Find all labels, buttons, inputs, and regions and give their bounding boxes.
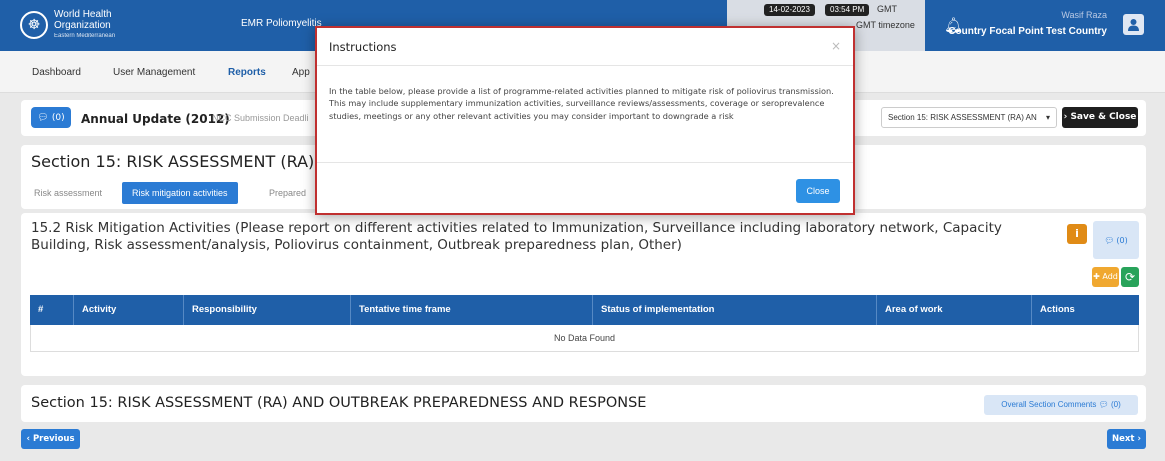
chevron-right-icon: › (1137, 434, 1141, 444)
modal-header: Instructions × (317, 28, 853, 66)
person-icon (1128, 19, 1139, 31)
gmt-label: GMT (877, 4, 897, 14)
user-role: Country Focal Point Test Country (948, 26, 1107, 37)
section-title: Section 15: RISK ASSESSMENT (RA) AN (31, 152, 343, 171)
info-button[interactable]: i (1067, 224, 1087, 244)
mitigation-title: 15.2 Risk Mitigation Activities (Please … (31, 220, 1002, 253)
next-button[interactable]: Next › (1107, 429, 1146, 449)
chat-icon: 💬︎ (1104, 235, 1115, 245)
modal-close-button[interactable]: Close (796, 179, 840, 203)
col-status: Status of implementation (593, 295, 877, 325)
modal-title: Instructions (329, 40, 397, 54)
next-label: Next (1112, 434, 1135, 444)
col-activity: Activity (74, 295, 184, 325)
add-label: Add (1102, 272, 1118, 281)
nav-dashboard[interactable]: Dashboard (32, 67, 81, 78)
nav-app[interactable]: App (292, 67, 310, 78)
chevron-right-icon: › (1063, 112, 1068, 122)
section-select-value: Section 15: RISK ASSESSMENT (RA) AN (888, 113, 1037, 122)
chat-icon: 💬︎ (37, 112, 49, 123)
who-logo[interactable]: ☸ World Health Organization Eastern Medi… (20, 8, 115, 42)
col-actions: Actions (1040, 304, 1075, 315)
chevron-left-icon: ‹ (26, 434, 30, 444)
section-select[interactable]: Section 15: RISK ASSESSMENT (RA) AN ▾ (881, 107, 1057, 128)
col-responsibility: Responsibility (184, 295, 351, 325)
tab-risk-assessment[interactable]: Risk assessment (24, 182, 112, 204)
comments-count: (0) (51, 112, 65, 123)
modal-body-text: In the table below, please provide a lis… (329, 86, 834, 121)
tab-preparedness[interactable]: Prepared (259, 182, 316, 204)
time-badge: 03:54 PM (825, 4, 870, 16)
chat-icon: 💬︎ (1098, 400, 1109, 409)
previous-label: Previous (32, 434, 75, 444)
col-area-of-work: Area of work (877, 295, 1032, 325)
save-close-button[interactable]: › Save & Close (1062, 107, 1138, 128)
previous-button[interactable]: ‹ Previous (21, 429, 80, 449)
timezone-label: GMT timezone (856, 20, 915, 30)
tab-risk-mitigation[interactable]: Risk mitigation activities (122, 182, 238, 204)
comments-button[interactable]: 💬︎ (0) (31, 107, 71, 128)
annual-update-title: Annual Update (2012) (81, 112, 230, 126)
overall-comments-count: (0) (1111, 400, 1121, 409)
plus-icon: ✚ (1093, 272, 1100, 281)
nav-reports[interactable]: Reports (228, 67, 266, 78)
mitigation-comments-button[interactable]: 💬︎ (0) (1093, 221, 1139, 259)
date-badge: 14-02-2023 (764, 4, 815, 16)
globe-icon: ☸ (20, 11, 48, 39)
instructions-modal: Instructions × In the table below, pleas… (315, 26, 855, 215)
close-icon[interactable]: × (831, 39, 841, 53)
logo-line-2: Organization (54, 19, 111, 31)
mitigation-comments-count: (0) (1116, 235, 1128, 245)
overall-comments-button[interactable]: Overall Section Comments 💬︎ (0) (984, 395, 1138, 415)
logo-line-3: Eastern Mediterranean (54, 32, 116, 39)
refresh-button[interactable]: ⟳ (1121, 267, 1139, 287)
nav-user-management[interactable]: User Management (113, 67, 195, 78)
modal-footer: Close (317, 162, 853, 213)
refresh-icon: ⟳ (1124, 270, 1136, 284)
table-header: # Activity Responsibility Tentative time… (30, 295, 1139, 325)
add-button[interactable]: ✚ Add (1092, 267, 1119, 287)
submission-deadline: NCC Submission Deadli (212, 113, 309, 123)
chevron-down-icon: ▾ (1045, 113, 1050, 122)
user-name: Wasif Raza (1061, 10, 1107, 20)
footer-section-title: Section 15: RISK ASSESSMENT (RA) AND OUT… (31, 395, 647, 411)
info-icon: i (1075, 227, 1079, 240)
col-index: # (30, 295, 74, 325)
overall-comments-label: Overall Section Comments (1001, 400, 1097, 409)
user-avatar-icon[interactable] (1123, 14, 1144, 35)
app-title: EMR Poliomyelitis (241, 18, 322, 29)
logo-line-1: World Health (54, 8, 112, 20)
save-close-label: Save & Close (1070, 112, 1137, 122)
empty-table-row: No Data Found (30, 325, 1139, 352)
col-time-frame: Tentative time frame (351, 295, 593, 325)
